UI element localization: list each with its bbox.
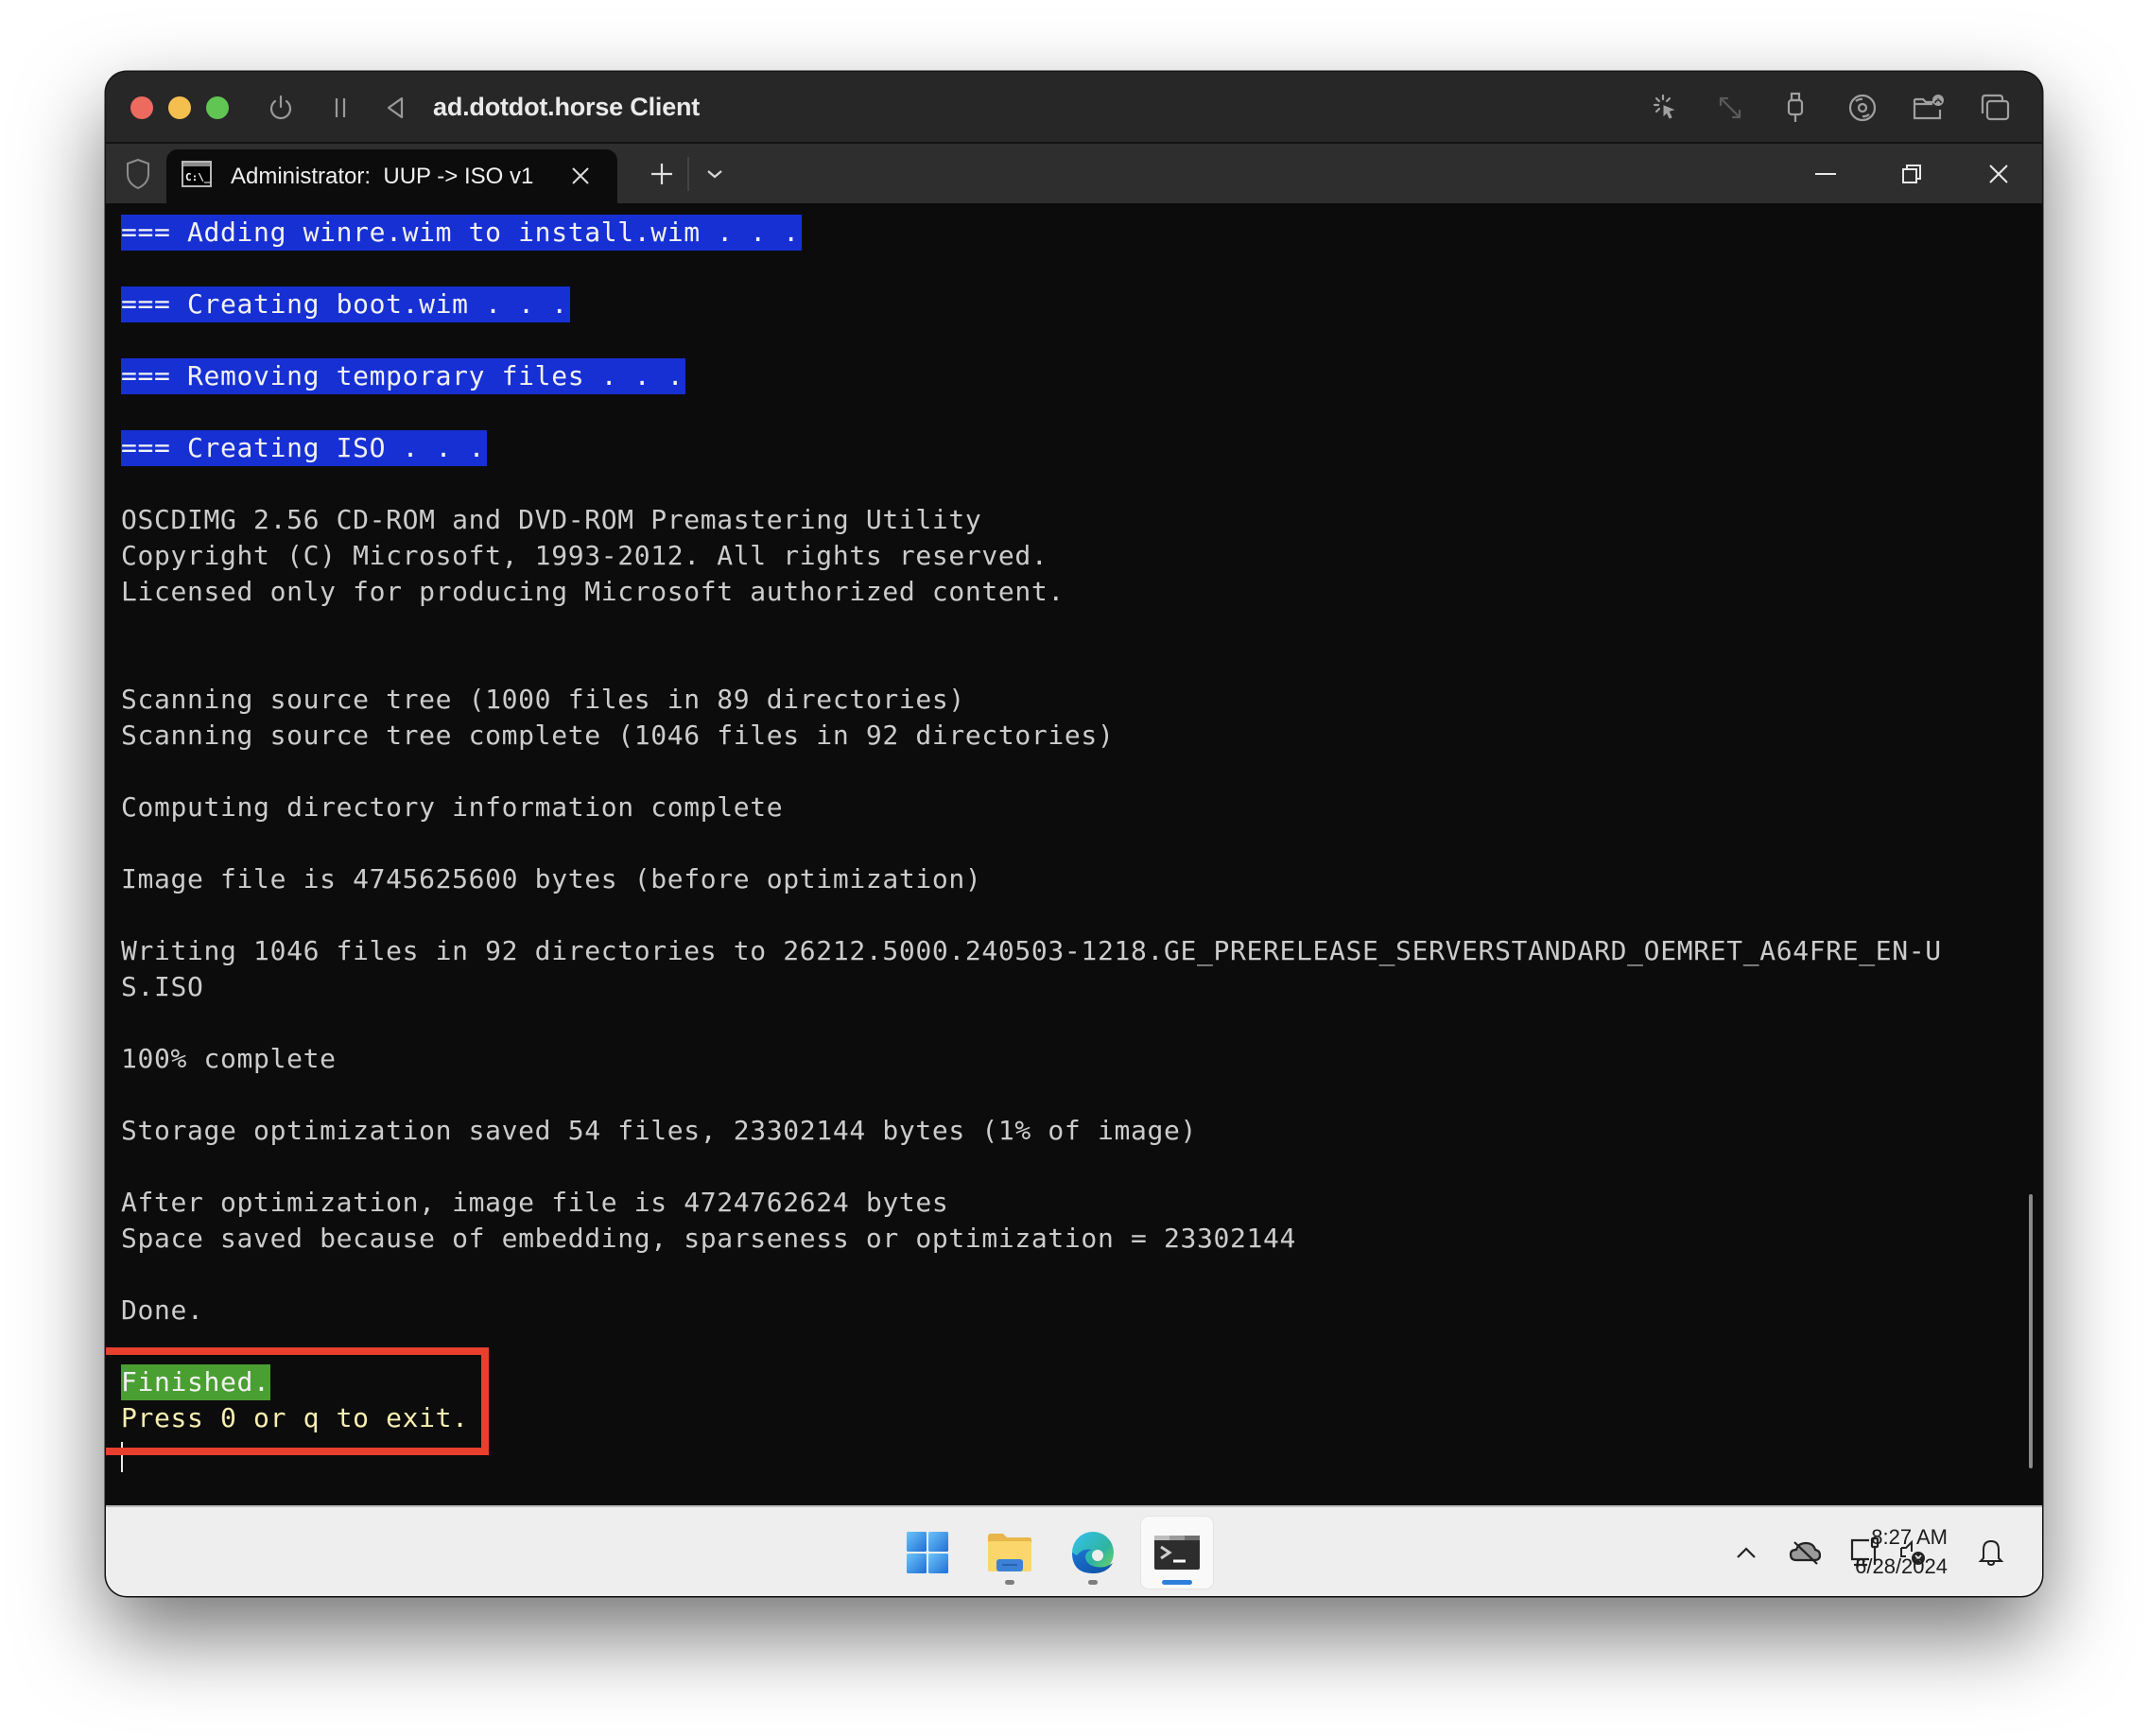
active-indicator [1162,1580,1192,1585]
running-indicator [1005,1580,1014,1585]
clock-time: 8:27 AM [1871,1525,1948,1549]
running-indicator [1088,1580,1098,1585]
terminal-line: Image file is 4745625600 bytes (before o… [121,861,2004,897]
terminal-line: Copyright (C) Microsoft, 1993-2012. All … [121,538,2004,574]
usb-icon[interactable] [1776,89,1814,127]
status-heading: === Creating boot.wim . . . [121,286,570,322]
annotation-highlight-box [106,1347,489,1455]
cmd-icon: C:\_ [182,161,212,187]
output-text: Writing 1046 files in 92 directories to … [121,935,1942,966]
terminal-line: Scanning source tree (1000 files in 89 d… [121,682,2004,718]
folder-icon [988,1534,1031,1571]
terminal-line: Licensed only for producing Microsoft au… [121,574,2004,610]
taskbar: 8:27 AM 6/28/2024 [106,1505,2042,1596]
tab-divider [687,157,689,191]
edge-browser-icon [1072,1532,1114,1573]
terminal-icon [1154,1536,1200,1570]
title-bar: ad.dotdot.horse Client [106,72,2042,144]
plus-icon[interactable] [643,155,681,193]
shared-folder-icon[interactable] [1910,89,1948,127]
disc-icon[interactable] [1844,89,1881,127]
cursor-capture-icon[interactable] [1647,89,1685,127]
minimize-window-button[interactable] [168,96,191,119]
terminal-line: Storage optimization saved 54 files, 233… [121,1113,2004,1149]
terminal-line: Computing directory information complete [121,790,2004,825]
app-title: ad.dotdot.horse Client [433,93,701,121]
windows-icon[interactable] [1976,89,2014,127]
terminal-line: After optimization, image file is 472476… [121,1185,2004,1221]
tab-label: Administrator: UUP -> ISO v1 [231,164,534,189]
bell-icon[interactable] [1970,1532,2012,1573]
taskbar-terminal[interactable] [1141,1517,1213,1588]
windows-start-icon [907,1532,948,1573]
zoom-window-button[interactable] [206,96,229,119]
terminal-line: === Creating boot.wim . . . [121,286,2004,322]
terminal-line: Done. [121,1293,2004,1328]
taskbar-file-explorer[interactable] [974,1517,1046,1588]
output-text: Scanning source tree complete (1046 file… [121,720,1115,751]
terminal-line: === Removing temporary files . . . [121,358,2004,394]
terminal-line: Writing 1046 files in 92 directories to … [121,933,2004,969]
output-text: Licensed only for producing Microsoft au… [121,576,1065,607]
resize-icon[interactable] [1711,89,1749,127]
clock-date: 6/28/2024 [1855,1554,1948,1578]
terminal-line: === Adding winre.wim to install.wim . . … [121,215,2004,251]
pause-icon[interactable] [321,89,359,127]
terminal-line: 100% complete [121,1041,2004,1077]
output-text: Image file is 4745625600 bytes (before o… [121,863,982,894]
tab-close-icon[interactable] [563,159,598,193]
terminal-line: S.ISO [121,969,2004,1005]
terminal-output[interactable]: === Adding winre.wim to install.wim . . … [106,203,2042,1505]
terminal-line: Scanning source tree complete (1046 file… [121,718,2004,754]
start-button[interactable] [892,1517,963,1588]
onedrive-off-icon[interactable] [1784,1532,1826,1573]
svg-text:C:\_: C:\_ [185,171,211,183]
output-text: Space saved because of embedding, sparse… [121,1223,1297,1254]
output-text: OSCDIMG 2.56 CD-ROM and DVD-ROM Premaste… [121,504,982,535]
chevron-down-icon[interactable] [698,155,732,193]
terminal-line: Space saved because of embedding, sparse… [121,1221,2004,1257]
minimize-icon[interactable] [1797,151,1854,197]
output-text: Scanning source tree (1000 files in 89 d… [121,684,965,715]
status-heading: === Adding winre.wim to install.wim . . … [121,215,802,251]
terminal-scrollbar[interactable] [2029,1194,2033,1468]
status-heading: === Removing temporary files . . . [121,358,686,394]
output-text: Copyright (C) Microsoft, 1993-2012. All … [121,540,1048,571]
tab-administrator[interactable]: C:\_ Administrator: UUP -> ISO v1 [166,149,617,203]
shield-icon [119,153,157,195]
power-icon[interactable] [262,89,300,127]
status-heading: === Creating ISO . . . [121,430,488,466]
terminal-lines: === Adding winre.wim to install.wim . . … [121,215,2004,1472]
output-text: 100% complete [121,1043,337,1074]
output-text: S.ISO [121,971,204,1002]
tab-bar: C:\_ Administrator: UUP -> ISO v1 [106,144,2042,203]
output-text: Storage optimization saved 54 files, 233… [121,1115,1197,1146]
close-icon[interactable] [1970,151,2027,197]
close-window-button[interactable] [130,96,153,119]
back-triangle-icon[interactable] [376,89,414,127]
chevron-up-icon[interactable] [1725,1532,1767,1573]
taskbar-edge[interactable] [1057,1517,1129,1588]
terminal-line: === Creating ISO . . . [121,430,2004,466]
terminal-line: OSCDIMG 2.56 CD-ROM and DVD-ROM Premaste… [121,502,2004,538]
restore-icon[interactable] [1883,151,1940,197]
remote-client-window: ad.dotdot.horse Client C:\_ Administrato… [106,72,2042,1596]
output-text: After optimization, image file is 472476… [121,1187,949,1218]
output-text: Computing directory information complete [121,791,784,823]
output-text: Done. [121,1294,204,1326]
system-clock[interactable]: 8:27 AM 6/28/2024 [1844,1522,1948,1581]
